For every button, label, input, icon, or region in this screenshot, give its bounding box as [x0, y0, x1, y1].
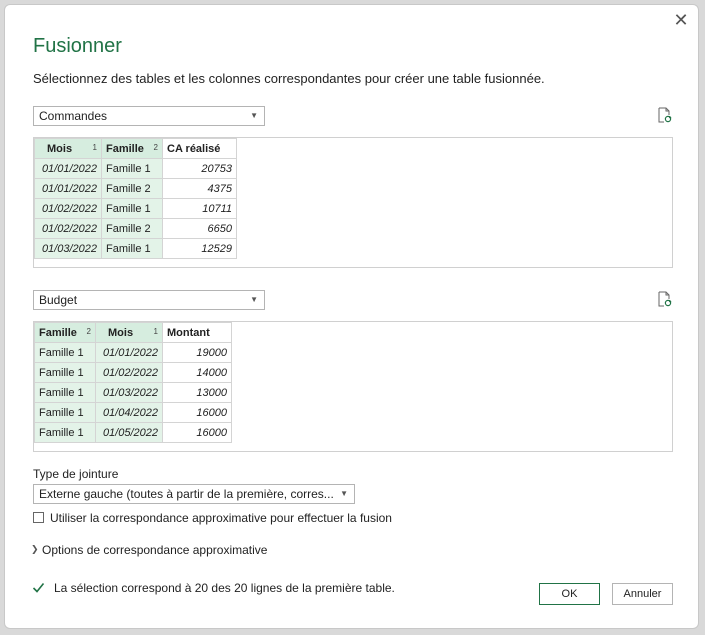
chevron-down-icon: ▼	[250, 295, 258, 304]
table-cell: 16000	[162, 422, 232, 443]
refresh-preview-icon[interactable]	[656, 291, 672, 307]
table-row: Famille 1 01/04/2022 16000	[34, 402, 232, 423]
column-header-mois[interactable]: Mois 1	[34, 138, 102, 159]
table-cell: Famille 1	[34, 402, 96, 423]
column-header-mois[interactable]: Mois 1	[95, 322, 163, 343]
table-row: 01/01/2022 Famille 1 20753	[34, 158, 237, 179]
table-cell: Famille 1	[34, 362, 96, 383]
table-cell: Famille 1	[101, 198, 163, 219]
table2-select[interactable]: Budget ▼	[33, 290, 265, 310]
table-cell: 01/02/2022	[34, 218, 102, 239]
table-cell: 01/01/2022	[34, 158, 102, 179]
table-cell: Famille 1	[34, 382, 96, 403]
table-cell: 4375	[162, 178, 237, 199]
table1-select-value: Commandes	[39, 109, 108, 123]
column-header-famille[interactable]: Famille 2	[34, 322, 96, 343]
cancel-button[interactable]: Annuler	[612, 583, 673, 605]
table-cell: 01/04/2022	[95, 402, 163, 423]
table-row: 01/01/2022 Famille 2 4375	[34, 178, 237, 199]
chevron-right-icon[interactable]: ❯	[31, 544, 39, 555]
table-cell: 01/03/2022	[34, 238, 102, 259]
dialog-subtitle: Sélectionnez des tables et les colonnes …	[33, 71, 545, 86]
join-type-value: Externe gauche (toutes à partir de la pr…	[39, 487, 334, 501]
sort-order-badge: 1	[92, 142, 97, 152]
table-row: Famille 1 01/02/2022 14000	[34, 362, 232, 383]
table-cell: 20753	[162, 158, 237, 179]
table-cell: 01/03/2022	[95, 382, 163, 403]
table1-select[interactable]: Commandes ▼	[33, 106, 265, 126]
dialog-title: Fusionner	[33, 35, 122, 57]
column-header-ca-realise[interactable]: CA réalisé	[162, 138, 237, 159]
table-row: Famille 1 01/05/2022 16000	[34, 422, 232, 443]
table-row: Famille 1 01/03/2022 13000	[34, 382, 232, 403]
table1-preview-table: Mois 1 Famille 2 CA réalisé 01/01/2022 F…	[34, 138, 237, 259]
table-cell: 19000	[162, 342, 232, 363]
sort-order-badge: 2	[86, 326, 91, 336]
status-message: La sélection correspond à 20 des 20 lign…	[54, 581, 395, 595]
column-header-famille[interactable]: Famille 2	[101, 138, 163, 159]
close-icon[interactable]: ✕	[670, 9, 692, 31]
table2-preview-table: Famille 2 Mois 1 Montant Famille 1 01/01…	[34, 322, 232, 443]
table-cell: 6650	[162, 218, 237, 239]
table-cell: Famille 2	[101, 178, 163, 199]
table-cell: 12529	[162, 238, 237, 259]
fuzzy-match-label[interactable]: Utiliser la correspondance approximative…	[50, 511, 392, 525]
table-cell: 01/01/2022	[34, 178, 102, 199]
table-row: 01/02/2022 Famille 1 10711	[34, 198, 237, 219]
refresh-preview-icon[interactable]	[656, 107, 672, 123]
sort-order-badge: 1	[153, 326, 158, 336]
check-icon	[32, 582, 45, 593]
join-type-select[interactable]: Externe gauche (toutes à partir de la pr…	[33, 484, 355, 504]
fuzzy-options-toggle[interactable]: Options de correspondance approximative	[42, 543, 267, 557]
table-cell: 01/01/2022	[95, 342, 163, 363]
table-cell: 13000	[162, 382, 232, 403]
table-cell: 10711	[162, 198, 237, 219]
chevron-down-icon: ▼	[250, 111, 258, 120]
join-type-label: Type de jointure	[33, 467, 119, 481]
table-cell: Famille 1	[34, 342, 96, 363]
table-row: 01/02/2022 Famille 2 6650	[34, 218, 237, 239]
table-cell: 01/05/2022	[95, 422, 163, 443]
table-cell: 16000	[162, 402, 232, 423]
ok-button[interactable]: OK	[539, 583, 600, 605]
table-cell: Famille 1	[101, 158, 163, 179]
column-header-montant[interactable]: Montant	[162, 322, 232, 343]
table-cell: 01/02/2022	[95, 362, 163, 383]
table1-preview: Mois 1 Famille 2 CA réalisé 01/01/2022 F…	[33, 137, 673, 268]
table-cell: Famille 2	[101, 218, 163, 239]
table-row: 01/03/2022 Famille 1 12529	[34, 238, 237, 259]
chevron-down-icon: ▼	[340, 489, 348, 498]
table-cell: Famille 1	[101, 238, 163, 259]
fuzzy-match-checkbox[interactable]	[33, 512, 44, 523]
table-cell: Famille 1	[34, 422, 96, 443]
table-cell: 14000	[162, 362, 232, 383]
sort-order-badge: 2	[153, 142, 158, 152]
table2-select-value: Budget	[39, 293, 78, 307]
table-cell: 01/02/2022	[34, 198, 102, 219]
table-row: Famille 1 01/01/2022 19000	[34, 342, 232, 363]
table2-preview: Famille 2 Mois 1 Montant Famille 1 01/01…	[33, 321, 673, 452]
merge-dialog: ✕ Fusionner Sélectionnez des tables et l…	[4, 4, 699, 629]
